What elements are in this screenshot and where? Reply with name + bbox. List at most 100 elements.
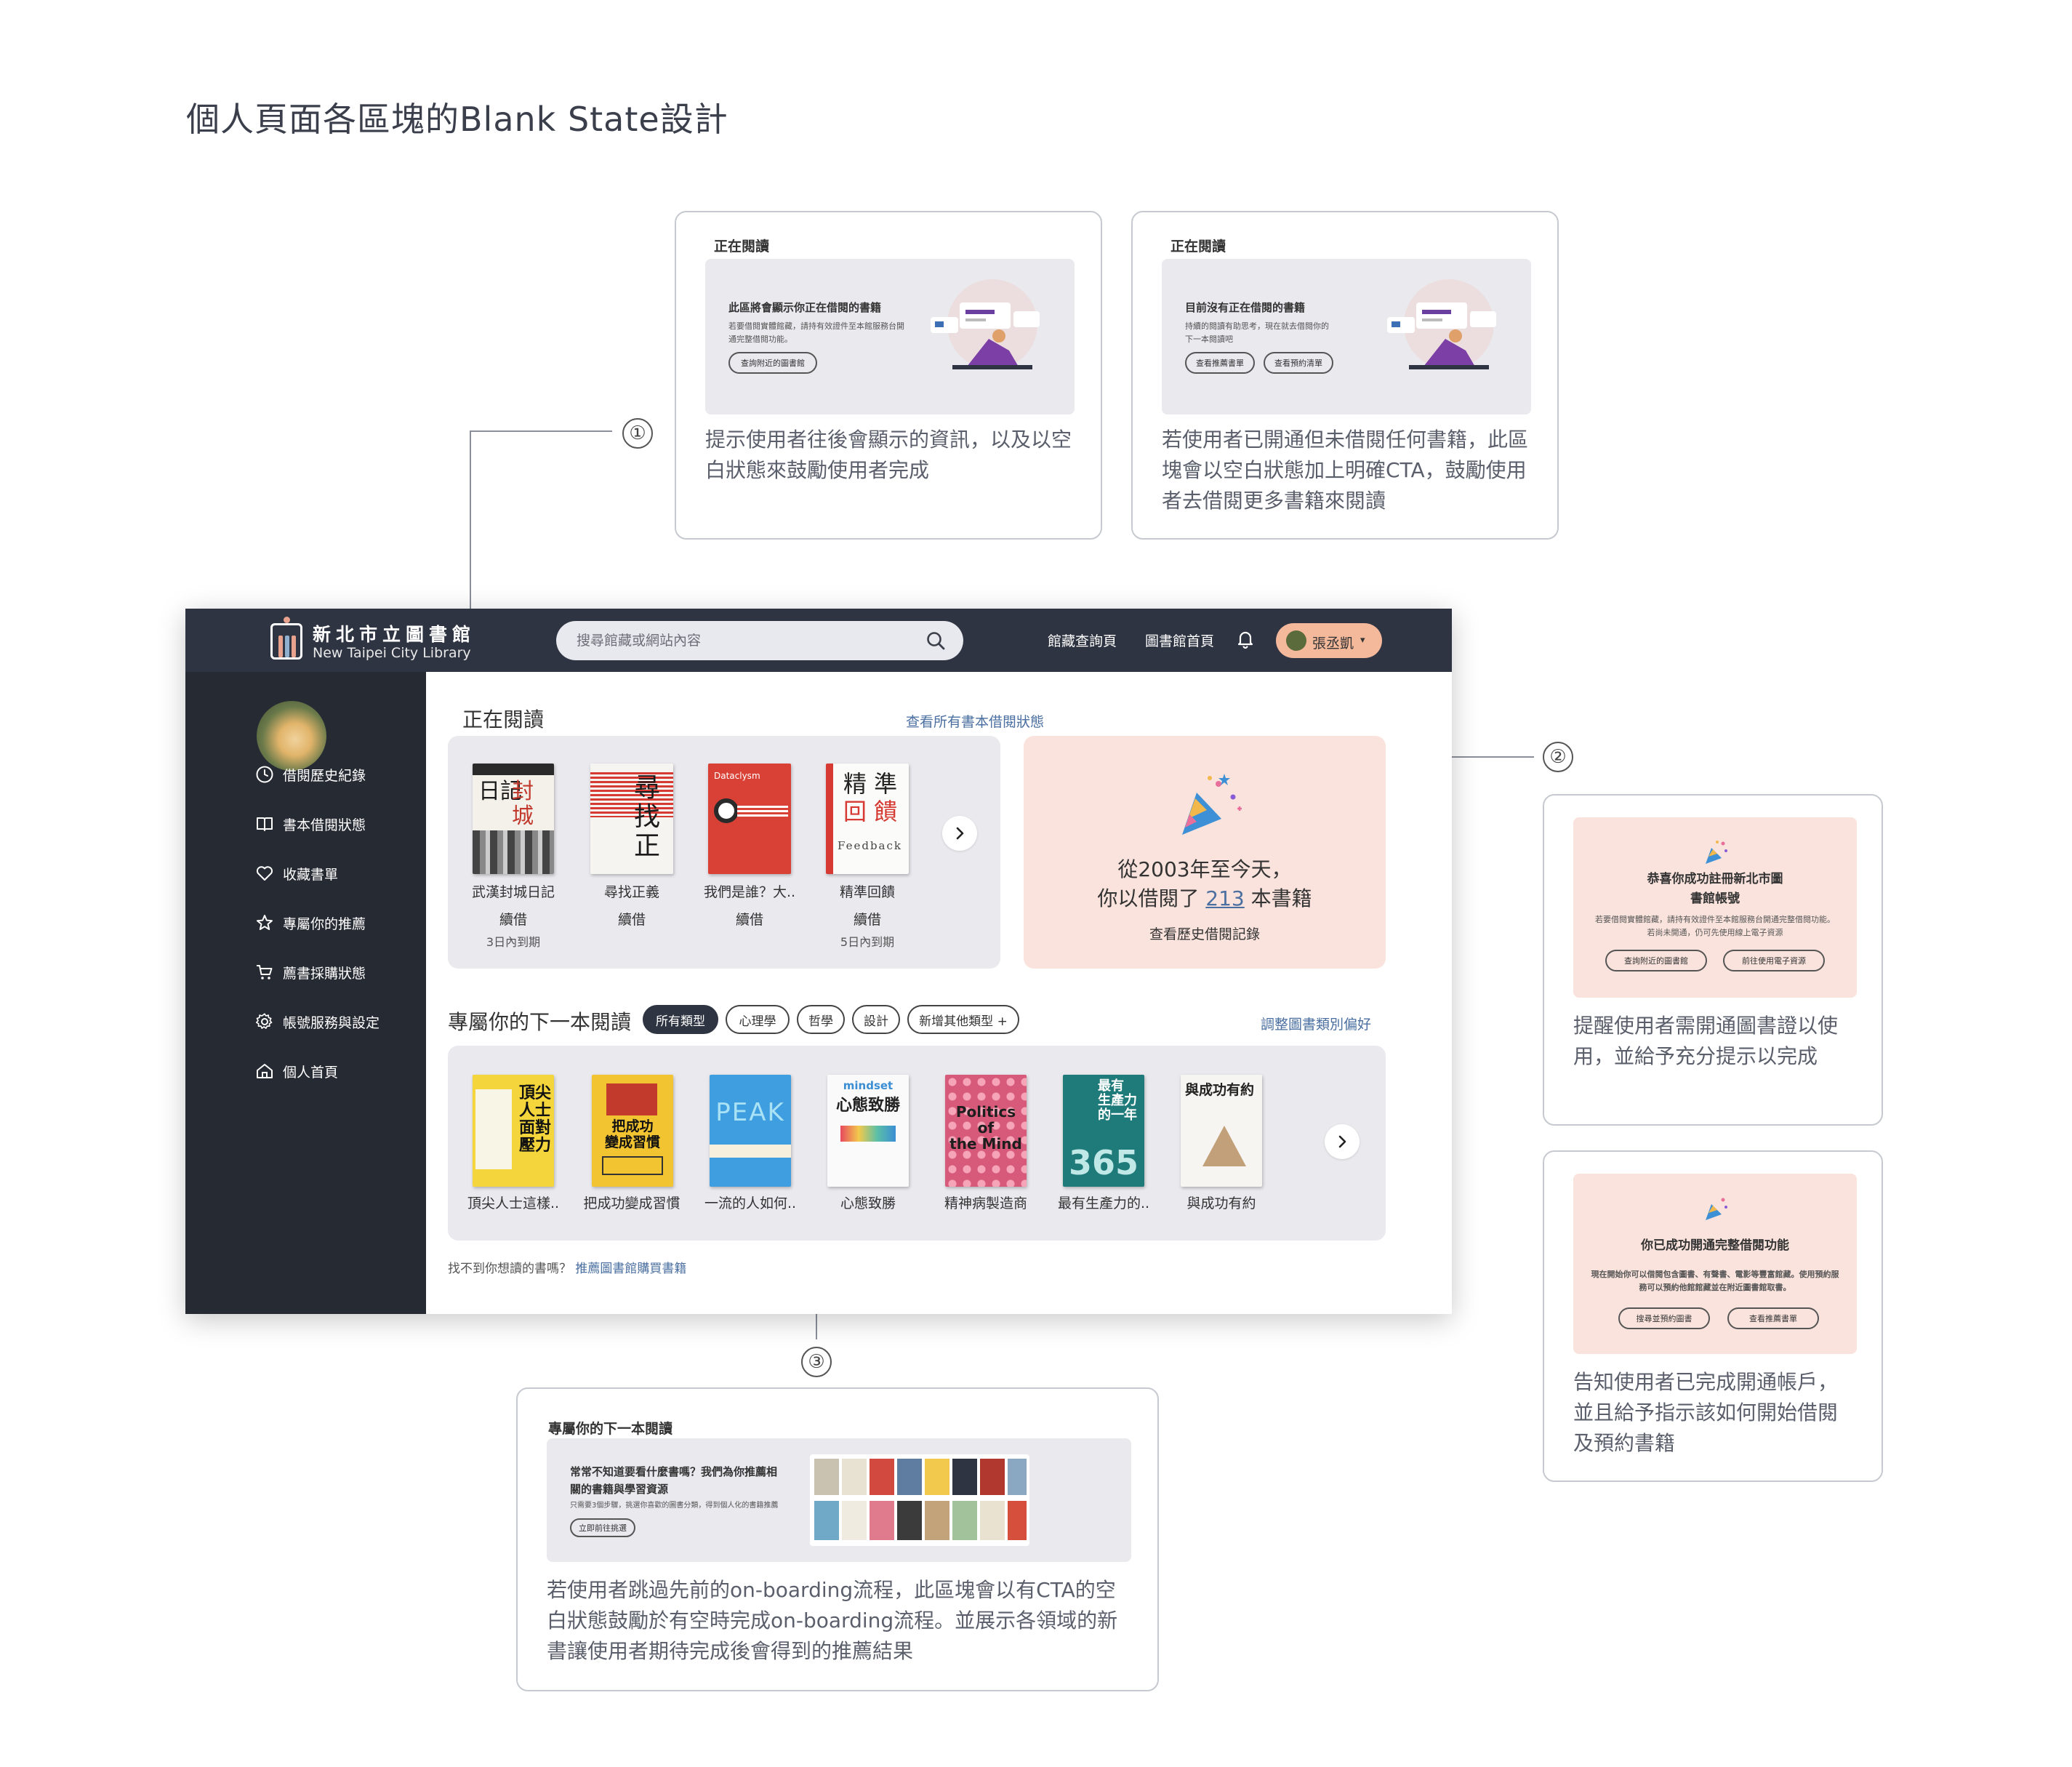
bell-icon[interactable] <box>1237 629 1254 649</box>
book-title: 與成功有約 <box>1186 1195 1256 1211</box>
view-reservations-button[interactable]: 查看預約清單 <box>1264 352 1333 374</box>
go-choose-button[interactable]: 立即前往挑選 <box>570 1518 635 1537</box>
home-icon <box>257 1064 273 1078</box>
annotation-description: 若使用者跳過先前的on-boarding流程，此區塊會以有CTA的空白狀態鼓勵於… <box>547 1578 1118 1663</box>
book-cover[interactable]: 把成功 變成習慣 <box>592 1075 673 1187</box>
preview-body: 若要借閱實體館藏，請持有效證件至本館服務台開通完整借閱功能。 <box>728 321 904 344</box>
annotation-card-onboarding: 專屬你的下一本閱讀 常常不知道要看什麼書嗎？我們為你推薦相關的書籍與學習資源 只… <box>516 1387 1159 1691</box>
section-title-recommend: 專屬你的下一本閱讀 <box>448 1010 632 1034</box>
sidebar-item-label: 書本借閱狀態 <box>283 817 366 833</box>
search-input[interactable] <box>577 621 918 660</box>
book-cover[interactable]: 頂尖 人士 面對 壓力 <box>473 1075 554 1187</box>
reading-panel: 日記 封城 武漢封城日記 續借 3日內到期 尋找正 尋找正義 續借 Datacl… <box>448 736 1000 969</box>
due-date: 5日內到期 <box>840 935 895 949</box>
nav-library-home-link[interactable]: 圖書館首頁 <box>1145 630 1214 650</box>
book-title: 把成功變成習慣 <box>583 1195 680 1211</box>
renew-button[interactable]: 續借 <box>570 909 694 929</box>
user-menu-button[interactable]: 張丞凱 ▾ <box>1276 623 1382 658</box>
book-collage <box>810 1454 1029 1546</box>
find-library-button[interactable]: 查詢附近的圖書館 <box>728 352 817 374</box>
preview-body: 只需要3個步驟，挑選你喜歡的圖書分類，得到個人化的書籍推薦 <box>570 1502 779 1510</box>
heart-icon <box>256 866 273 881</box>
book-cover[interactable]: 日記 封城 <box>473 764 554 874</box>
reading-illustration-icon <box>931 279 1040 369</box>
recommend-panel: 頂尖 人士 面對 壓力 頂尖人士這樣.. 把成功 變成習慣 把成功變成習慣 PEAK 一… <box>448 1046 1386 1241</box>
sidebar-item-recommendations[interactable]: 專屬你的推薦 <box>255 908 366 937</box>
search-icon[interactable] <box>925 630 946 651</box>
stats-text-line2: 你以借閱了 213 本書籍 <box>1024 883 1386 912</box>
annotation-label: 專屬你的下一本閱讀 <box>548 1421 673 1437</box>
renew-button[interactable]: 續借 <box>806 909 929 929</box>
view-history-link[interactable]: 查看歷史借閱記錄 <box>1024 923 1386 943</box>
sidebar-item-history[interactable]: 借閱歷史紀錄 <box>255 760 366 789</box>
sidebar-item-settings[interactable]: 帳號服務與設定 <box>255 1007 380 1036</box>
logo-subtitle: New Taipei City Library <box>313 645 471 661</box>
suggest-purchase-link[interactable]: 推薦圖書館購買書籍 <box>575 1262 686 1276</box>
stats-count: 213 <box>1205 886 1245 910</box>
renew-button[interactable]: 續借 <box>688 909 811 929</box>
callout-line <box>470 430 612 432</box>
book-cover[interactable]: 最有 生產力 的一年 365 <box>1063 1075 1144 1187</box>
chip-all-types[interactable]: 所有類型 <box>643 1005 718 1034</box>
book-cover[interactable]: mindset 心態致勝 <box>827 1075 909 1187</box>
chip-design[interactable]: 設計 <box>852 1005 900 1034</box>
book-cover[interactable]: PEAK <box>710 1075 791 1187</box>
annotation-label: 正在閱讀 <box>714 239 770 255</box>
sidebar-item-favorites[interactable]: 收藏書單 <box>255 859 338 888</box>
book-title: 最有生產力的.. <box>1057 1195 1150 1211</box>
sidebar-item-purchase-status[interactable]: 薦書採購狀態 <box>255 958 366 987</box>
book-title: 精準回饋 <box>839 884 895 900</box>
callout-1: ① <box>622 418 653 449</box>
sidebar-item-label: 帳號服務與設定 <box>283 1014 380 1031</box>
adjust-preferences-link[interactable]: 調整圖書類別偏好 <box>1261 1014 1371 1033</box>
search-reserve-button[interactable]: 搜尋並預約圖書 <box>1618 1307 1710 1329</box>
nav-catalog-link[interactable]: 館藏查詢頁 <box>1048 630 1117 650</box>
star-icon <box>257 915 273 930</box>
user-name: 張丞凱 <box>1312 636 1354 652</box>
preview-body: 若要借閱實體館藏，請持有效證件至本館服務台開通完整借閱功能。若尚未開通，仍可先使… <box>1595 915 1835 937</box>
renew-button[interactable]: 續借 <box>451 909 575 929</box>
use-e-resources-button[interactable]: 前往使用電子資源 <box>1723 950 1825 971</box>
gear-icon <box>256 1013 273 1029</box>
next-arrow-button[interactable] <box>1325 1124 1360 1159</box>
book-cover[interactable]: Dataclysm <box>708 764 791 874</box>
view-recommended-list-button[interactable]: 查看推薦書單 <box>1185 352 1255 374</box>
sidebar-item-label: 個人首頁 <box>283 1064 339 1081</box>
clock-icon <box>256 766 273 783</box>
sidebar-item-home[interactable]: 個人首頁 <box>255 1057 338 1086</box>
book-cover[interactable]: 尋找正 <box>590 764 673 874</box>
book-cover[interactable]: 精 準 回 饋 Feedback <box>826 764 909 874</box>
app-window: 新北市立圖書館 New Taipei City Library 館藏查詢頁 圖書… <box>185 609 1452 1314</box>
stats-text-line1: 從2003年至今天， <box>1117 857 1292 881</box>
chevron-right-icon <box>1338 1135 1346 1148</box>
avatar <box>1286 630 1306 651</box>
view-all-borrow-status-link[interactable]: 查看所有書本借閱狀態 <box>906 711 1044 731</box>
sidebar-item-label: 收藏書單 <box>283 866 339 883</box>
book-title: 頂尖人士這樣.. <box>467 1195 560 1211</box>
preview-title: 你已成功開通完整借閱功能 <box>1641 1238 1789 1253</box>
reading-illustration-icon <box>1387 279 1496 369</box>
sidebar: 借閱歷史紀錄 書本借閱狀態 收藏書單 專屬你的推薦 薦書採購狀態 帳號服務與設定… <box>185 672 426 1314</box>
chip-psychology[interactable]: 心理學 <box>726 1005 790 1034</box>
cart-icon <box>257 965 273 979</box>
annotation-label: 正在閱讀 <box>1170 239 1226 255</box>
sidebar-item-borrow-status[interactable]: 書本借閱狀態 <box>255 809 366 838</box>
chip-add-type[interactable]: 新增其他類型 + <box>907 1005 1019 1034</box>
annotation-preview: 常常不知道要看什麼書嗎？我們為你推薦相關的書籍與學習資源 只需要3個步驟，挑選你… <box>547 1438 1131 1562</box>
find-library-button[interactable]: 查詢附近的圖書館 <box>1605 950 1707 971</box>
book-cover[interactable]: Politics of the Mind <box>945 1075 1027 1187</box>
logo-title[interactable]: 新北市立圖書館 <box>313 620 475 646</box>
annotation-preview: 你已成功開通完整借閱功能 現在開始你可以借閱包含圖書、有聲書、電影等豐富館藏。使… <box>1573 1174 1857 1354</box>
next-arrow-button[interactable] <box>942 816 977 851</box>
view-recommended-list-button[interactable]: 查看推薦書單 <box>1727 1307 1819 1329</box>
book-title: 我們是誰？大.. <box>703 884 796 900</box>
library-logo-icon[interactable] <box>270 617 302 660</box>
borrow-stats-panel: 從2003年至今天， 你以借閱了 213 本書籍 查看歷史借閱記錄 <box>1024 736 1386 969</box>
chip-philosophy[interactable]: 哲學 <box>797 1005 845 1034</box>
sidebar-item-label: 專屬你的推薦 <box>283 915 366 932</box>
party-popper-icon <box>1706 841 1727 864</box>
preview-title: 恭喜你成功註冊新北市圖書館帳號 <box>1647 872 1783 906</box>
sidebar-item-label: 借閱歷史紀錄 <box>283 767 366 784</box>
annotation-card-registered: 恭喜你成功註冊新北市圖書館帳號 若要借閱實體館藏，請持有效證件至本館服務台開通完… <box>1543 794 1883 1126</box>
book-cover[interactable]: 與成功有約 <box>1181 1075 1262 1187</box>
